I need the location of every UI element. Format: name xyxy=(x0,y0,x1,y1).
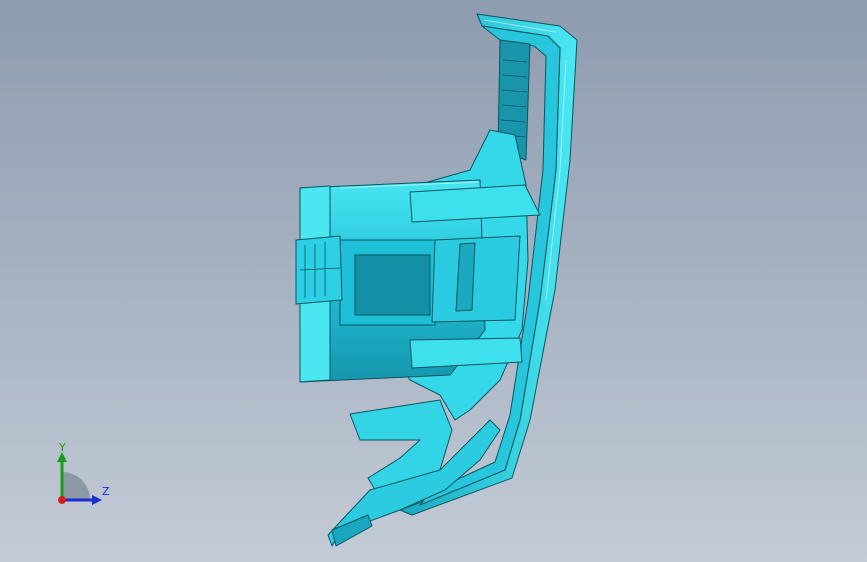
x-axis-dot xyxy=(58,496,66,504)
middle-tab xyxy=(431,235,521,323)
triad-quadrant xyxy=(62,472,90,500)
y-axis-label: Y xyxy=(59,441,66,454)
3d-part-model[interactable] xyxy=(0,0,867,562)
z-axis-label: Z xyxy=(102,485,110,498)
axis-triad: Y Z xyxy=(48,440,118,510)
graphics-viewport[interactable]: Y Z xyxy=(0,0,867,562)
center-cylinder-shade xyxy=(354,254,431,316)
upper-tab xyxy=(409,184,541,223)
z-axis-arrow xyxy=(92,495,102,505)
